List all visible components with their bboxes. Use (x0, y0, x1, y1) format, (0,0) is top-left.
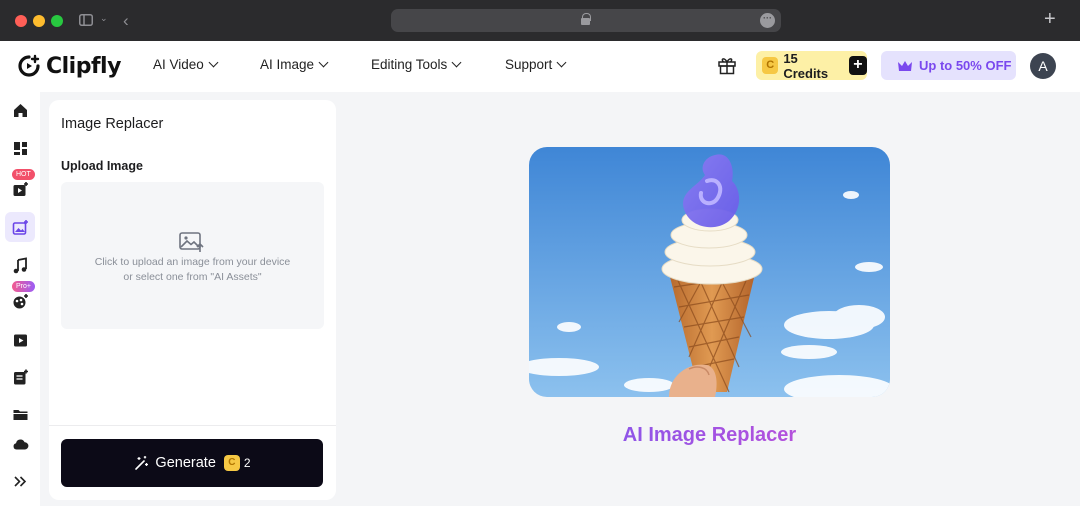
browser-titlebar: ⌄ ‹ ··· + (0, 0, 1080, 41)
clipfly-logo[interactable]: Clipfly (17, 51, 121, 81)
sidebar-item-templates[interactable] (5, 133, 35, 163)
player-icon (13, 334, 27, 346)
chevron-down-icon (556, 57, 567, 68)
add-credits-icon[interactable]: + (848, 56, 867, 75)
folder-icon (13, 409, 27, 420)
home-icon (13, 103, 27, 117)
generate-label: Generate (155, 455, 216, 471)
magic-wand-icon (135, 456, 149, 470)
templates-icon (13, 141, 27, 155)
app-header: Clipfly AI Video AI Image Editing Tools … (0, 41, 1080, 92)
example-preview-image (529, 147, 890, 397)
generate-cost: 2 (243, 456, 251, 470)
crown-icon (898, 60, 912, 71)
image-upload-icon (179, 232, 204, 252)
upload-dropzone[interactable]: Click to upload an image from your devic… (61, 182, 324, 329)
minimize-window-button[interactable] (33, 15, 45, 27)
credits-button[interactable]: C 15 Credits + (756, 50, 867, 81)
upload-hint-line-2: or select one from "AI Assets" (123, 271, 262, 283)
close-window-button[interactable] (15, 15, 27, 27)
ai-image-icon (12, 219, 28, 235)
user-avatar[interactable]: A (1030, 53, 1056, 79)
credit-coin-icon: C (223, 455, 240, 471)
nav-support[interactable]: Support (505, 57, 567, 72)
sidebar-item-document-ai[interactable] (5, 362, 35, 392)
offer-label: Up to 50% OFF (919, 58, 1012, 73)
upload-hint-line-1: Click to upload an image from your devic… (94, 256, 291, 268)
chevron-down-icon (318, 57, 329, 68)
panel-divider (49, 425, 336, 426)
nav-ai-image-label: AI Image (260, 57, 315, 72)
document-ai-icon (13, 369, 28, 384)
discount-offer-button[interactable]: Up to 50% OFF (881, 51, 1016, 80)
generate-button[interactable]: Generate C 2 (61, 439, 323, 487)
sidebar-item-player[interactable] (5, 325, 35, 355)
new-tab-icon[interactable]: + (1044, 9, 1056, 29)
ice-cream-illustration (529, 147, 890, 397)
sidebar-item-folder[interactable] (5, 399, 35, 429)
image-replacer-panel: Image Replacer Upload Image Click to upl… (49, 100, 336, 500)
nav-editing-tools[interactable]: Editing Tools (371, 57, 462, 72)
chevron-down-icon (208, 57, 219, 68)
nav-editing-tools-label: Editing Tools (371, 57, 448, 72)
sidebar: HOT Pro+ (0, 92, 40, 506)
panel-title: Image Replacer (61, 116, 164, 132)
music-icon (13, 256, 27, 273)
back-arrow-icon[interactable]: ‹ (123, 12, 129, 29)
credit-coin-icon: C (762, 57, 779, 74)
sidebar-item-music[interactable] (5, 250, 35, 280)
sidebar-chevron-icon[interactable]: ⌄ (100, 14, 108, 23)
more-options-icon[interactable]: ··· (760, 13, 775, 28)
logo-text: Clipfly (46, 53, 121, 79)
sidebar-expand-button[interactable] (5, 466, 35, 496)
sidebar-item-cloud[interactable] (5, 429, 35, 459)
effects-icon (13, 293, 28, 308)
sidebar-item-ai-video[interactable] (5, 174, 35, 204)
sidebar-item-ai-image[interactable] (5, 212, 35, 242)
clipfly-logo-icon (18, 54, 40, 77)
zoom-window-button[interactable] (51, 15, 63, 27)
credits-label: 15 Credits (783, 50, 829, 81)
sidebar-item-effects[interactable] (5, 286, 35, 316)
nav-support-label: Support (505, 57, 553, 72)
nav-ai-video-label: AI Video (153, 57, 204, 72)
ai-video-icon (13, 181, 28, 196)
preview-title: AI Image Replacer (529, 424, 890, 447)
cloud-icon (13, 438, 28, 449)
double-chevron-right-icon (13, 475, 26, 487)
address-bar[interactable]: ··· (391, 9, 781, 32)
gift-icon[interactable] (717, 55, 737, 75)
chevron-down-icon (451, 57, 462, 68)
sidebar-toggle-icon[interactable] (79, 14, 93, 26)
nav-ai-image[interactable]: AI Image (260, 57, 329, 72)
nav-ai-video[interactable]: AI Video (153, 57, 219, 72)
sidebar-item-home[interactable] (5, 95, 35, 125)
upload-image-label: Upload Image (61, 159, 143, 173)
lock-icon (581, 13, 591, 25)
